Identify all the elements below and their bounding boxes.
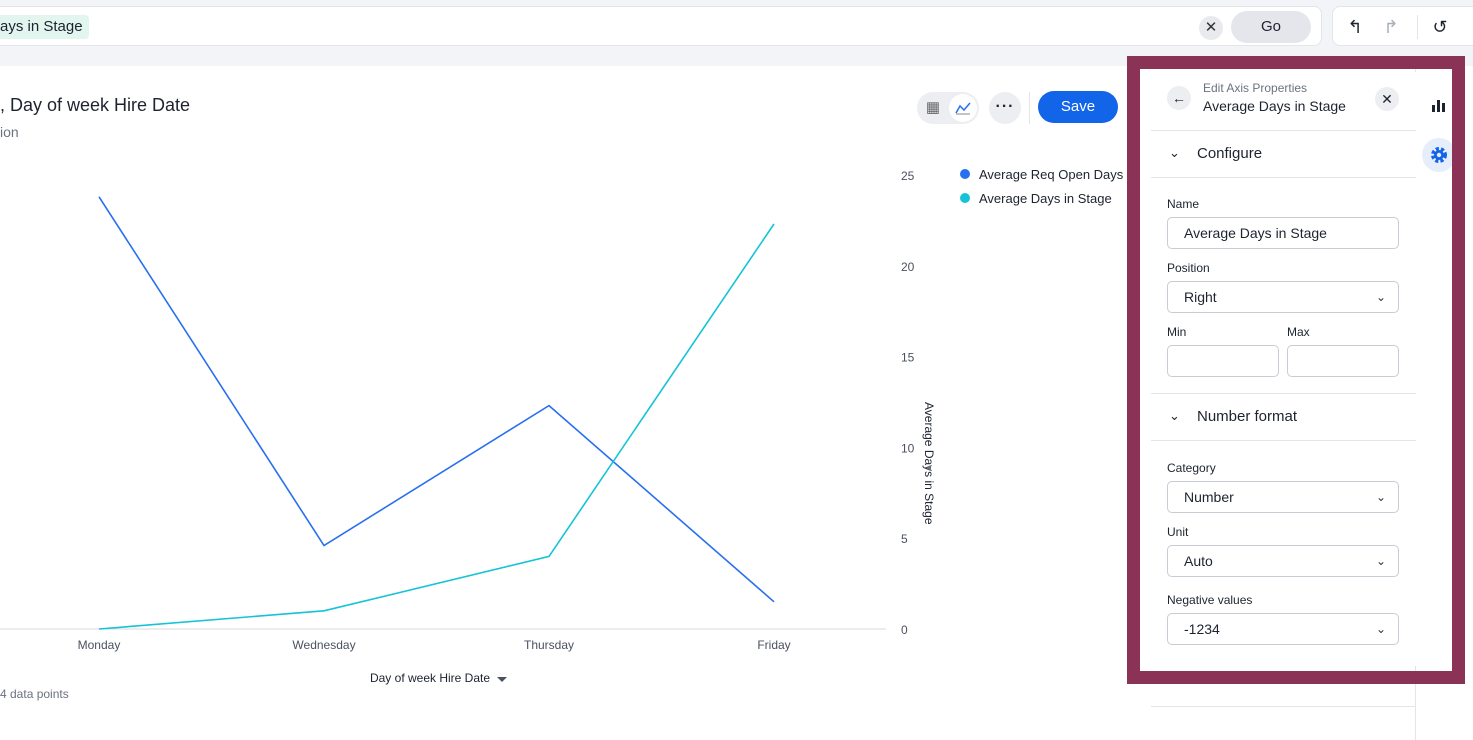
chevron-down-icon: ⌄: [1169, 145, 1180, 160]
negative-values-value: -1234: [1184, 621, 1220, 637]
name-label: Name: [1167, 197, 1200, 211]
unit-select[interactable]: Auto ⌄: [1167, 545, 1399, 577]
search-token[interactable]: ays in Stage: [0, 15, 89, 39]
negative-values-label: Negative values: [1167, 593, 1253, 607]
clear-search-button[interactable]: ✕: [1199, 16, 1223, 40]
y-tick-label: 10: [901, 441, 915, 455]
max-input[interactable]: [1287, 345, 1399, 377]
chevron-down-icon: ⌄: [1375, 622, 1386, 636]
position-label: Position: [1167, 261, 1210, 275]
x-tick-label: Friday: [757, 638, 790, 652]
panel-divider: [1151, 706, 1415, 707]
unit-value: Auto: [1184, 553, 1213, 569]
history-toolbar: ↰ ↱ ↺: [1332, 6, 1473, 46]
reset-icon[interactable]: ↺: [1428, 15, 1452, 39]
arrow-left-icon: ←: [1172, 90, 1186, 106]
x-axis-caret-icon: [497, 677, 507, 682]
close-panel-button[interactable]: ✕: [1375, 87, 1399, 111]
y-tick-label: 5: [901, 532, 908, 546]
panel-header: ← Edit Axis Properties Average Days in S…: [1151, 72, 1416, 131]
line-chart: 0 5 10 15 20 25 Average Days in Stage Monday Wed…: [0, 169, 936, 685]
axis-name-input[interactable]: Average Days in Stage: [1167, 217, 1399, 249]
section-label: Number format: [1197, 408, 1298, 425]
panel-kicker: Edit Axis Properties: [1203, 81, 1308, 95]
answer-card: , Day of week Hire Date ion ▦ ··· Save A…: [0, 66, 1150, 740]
category-select[interactable]: Number ⌄: [1167, 481, 1399, 513]
category-label: Category: [1167, 461, 1216, 475]
gear-icon: [1431, 147, 1447, 163]
position-value: Right: [1184, 289, 1217, 305]
chevron-down-icon: ⌄: [1375, 490, 1386, 504]
y-tick-label: 0: [901, 623, 908, 637]
negative-values-select[interactable]: -1234 ⌄: [1167, 613, 1399, 645]
chevron-down-icon: ⌄: [1375, 554, 1386, 568]
category-value: Number: [1184, 489, 1234, 505]
chevron-down-icon: ⌄: [1169, 408, 1180, 423]
series-line-2: [98, 223, 775, 630]
min-label: Min: [1167, 325, 1187, 339]
configure-section-toggle[interactable]: ⌄ Configure: [1151, 131, 1416, 178]
position-select[interactable]: Right ⌄: [1167, 281, 1399, 313]
data-points-count: 4 data points: [0, 687, 69, 701]
y-tick-label: 20: [901, 260, 915, 274]
chart-settings-tab[interactable]: [1422, 88, 1456, 122]
bar-chart-icon: [1432, 100, 1445, 112]
x-tick-label: Wednesday: [292, 638, 355, 652]
back-button[interactable]: ←: [1167, 86, 1191, 110]
panel-title: Average Days in Stage: [1203, 98, 1346, 114]
y-axis-label: Average Days in Stage: [922, 402, 936, 525]
series-line-1: [98, 196, 775, 603]
x-tick-label: Thursday: [524, 638, 574, 652]
go-button[interactable]: Go: [1231, 11, 1311, 43]
max-label: Max: [1287, 325, 1310, 339]
close-icon: ✕: [1381, 91, 1393, 107]
edit-axis-panel: ← Edit Axis Properties Average Days in S…: [1151, 72, 1416, 666]
search-bar[interactable]: ays in Stage ✕ Go: [0, 6, 1322, 46]
section-label: Configure: [1197, 145, 1263, 162]
undo-icon[interactable]: ↰: [1343, 15, 1367, 39]
x-tick-label: Monday: [78, 638, 121, 652]
y-tick-label: 15: [901, 351, 915, 365]
history-divider: [1417, 15, 1418, 39]
unit-label: Unit: [1167, 525, 1189, 539]
configure-tab[interactable]: [1422, 138, 1456, 172]
axis-name-value: Average Days in Stage: [1184, 225, 1327, 241]
number-format-section-toggle[interactable]: ⌄ Number format: [1151, 393, 1416, 441]
x-axis-label: Day of week Hire Date: [370, 671, 490, 685]
y-tick-label: 25: [901, 169, 915, 183]
min-input[interactable]: [1167, 345, 1279, 377]
redo-icon[interactable]: ↱: [1379, 15, 1403, 39]
chevron-down-icon: ⌄: [1375, 290, 1386, 304]
close-icon: ✕: [1204, 19, 1218, 36]
